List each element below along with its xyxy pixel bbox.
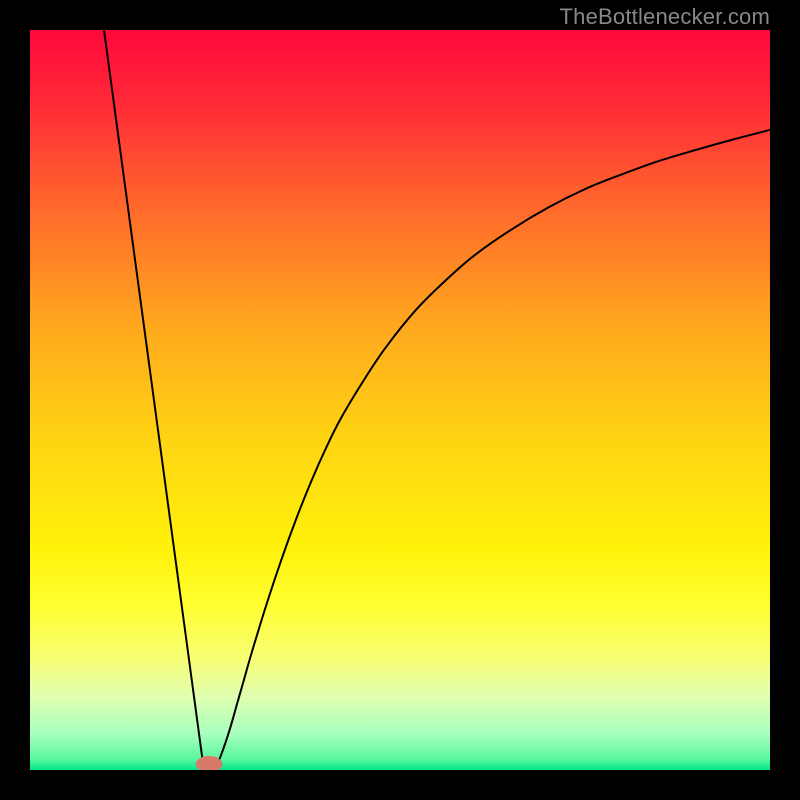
plot-area [30,30,770,770]
gradient-background [30,30,770,770]
chart-frame: TheBottlenecker.com [0,0,800,800]
chart-svg [30,30,770,770]
watermark: TheBottlenecker.com [560,4,770,30]
